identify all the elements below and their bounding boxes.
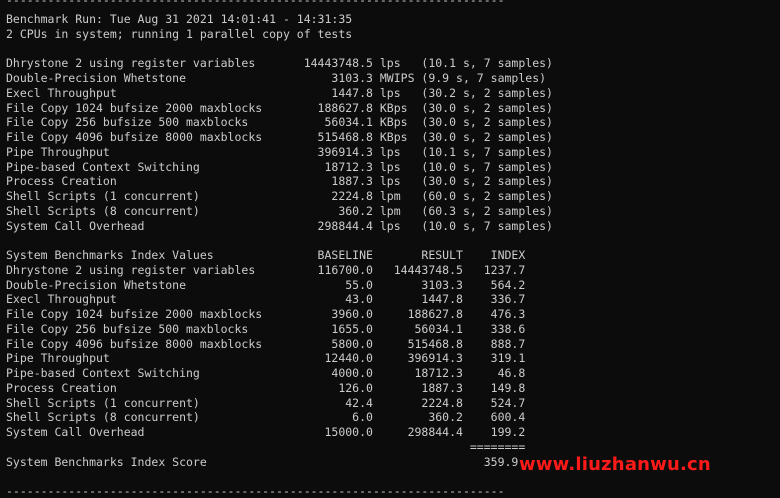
result-row: Dhrystone 2 using register variables 144… — [6, 56, 553, 70]
index-row: Pipe Throughput 12440.0 396914.3 319.1 — [6, 351, 526, 365]
rule-bottom: ----------------------------------------… — [6, 484, 505, 498]
index-row: Shell Scripts (8 concurrent) 6.0 360.2 6… — [6, 410, 526, 424]
index-row: Pipe-based Context Switching 4000.0 1871… — [6, 366, 526, 380]
index-score-line: System Benchmarks Index Score 359.9 — [6, 455, 519, 469]
result-row: Pipe Throughput 396914.3 lps (10.1 s, 7 … — [6, 145, 553, 159]
result-row: File Copy 256 bufsize 500 maxblocks 5603… — [6, 115, 553, 129]
result-row: Process Creation 1887.3 lps (30.0 s, 2 s… — [6, 174, 553, 188]
result-row: Pipe-based Context Switching 18712.3 lps… — [6, 160, 553, 174]
index-row: Shell Scripts (1 concurrent) 42.4 2224.8… — [6, 396, 526, 410]
terminal-window[interactable]: ----------------------------------------… — [0, 0, 780, 498]
index-row: File Copy 256 bufsize 500 maxblocks 1655… — [6, 322, 526, 336]
result-row: System Call Overhead 298844.4 lps (10.0 … — [6, 219, 553, 233]
rule-top: ----------------------------------------… — [6, 0, 505, 7]
index-row: File Copy 1024 bufsize 2000 maxblocks 39… — [6, 307, 526, 321]
cpu-info-line: 2 CPUs in system; running 1 parallel cop… — [6, 27, 353, 41]
watermark: www.liuzhanwu.cn — [519, 454, 711, 475]
index-row: Execl Throughput 43.0 1447.8 336.7 — [6, 292, 526, 306]
result-row: File Copy 4096 bufsize 8000 maxblocks 51… — [6, 130, 553, 144]
index-row: System Call Overhead 15000.0 298844.4 19… — [6, 425, 526, 439]
score-separator: ======== — [6, 440, 526, 454]
index-header: System Benchmarks Index Values BASELINE … — [6, 248, 526, 262]
result-row: Double-Precision Whetstone 3103.3 MWIPS … — [6, 71, 547, 85]
index-row: Dhrystone 2 using register variables 116… — [6, 263, 526, 277]
index-row: File Copy 4096 bufsize 8000 maxblocks 58… — [6, 337, 526, 351]
result-row: Execl Throughput 1447.8 lps (30.2 s, 2 s… — [6, 86, 553, 100]
index-row: Process Creation 126.0 1887.3 149.8 — [6, 381, 526, 395]
result-row: File Copy 1024 bufsize 2000 maxblocks 18… — [6, 101, 553, 115]
benchmark-run-line: Benchmark Run: Tue Aug 31 2021 14:01:41 … — [6, 12, 353, 26]
result-row: Shell Scripts (1 concurrent) 2224.8 lpm … — [6, 189, 553, 203]
result-row: Shell Scripts (8 concurrent) 360.2 lpm (… — [6, 204, 553, 218]
index-row: Double-Precision Whetstone 55.0 3103.3 5… — [6, 278, 526, 292]
